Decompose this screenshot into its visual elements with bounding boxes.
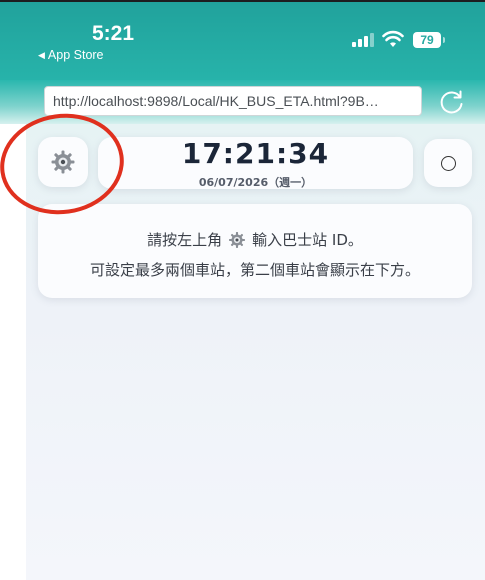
clock-card: 17:21:34 06/07/2026（週一） (98, 137, 413, 189)
circle-button[interactable] (424, 139, 472, 187)
info-line-1-after: 輸入巴士站 ID。 (252, 231, 363, 249)
battery-indicator: 79 (413, 32, 441, 48)
back-app-label: App Store (47, 48, 104, 62)
back-to-app-store-link[interactable]: ◀ App Store (38, 48, 104, 62)
wifi-icon (382, 30, 404, 47)
info-line-2: 可設定最多兩個車站，第二個車站會顯示在下方。 (89, 261, 420, 279)
cellular-signal-icon (352, 33, 374, 47)
circle-icon (440, 155, 456, 171)
info-card: 請按左上角 輸入巴士站 ID。 可設定最多兩個車站，第二個車站會顯示在下方。 (38, 204, 472, 298)
clock-date: 06/07/2026（週一） (198, 176, 313, 189)
status-time: 5:21 (92, 22, 135, 45)
clock-time: 17:21:34 (181, 137, 330, 170)
gear-icon-inline (229, 231, 246, 248)
url-field[interactable]: http://localhost:9898/Local/HK_BUS_ETA.h… (44, 86, 422, 116)
info-line-1: 請按左上角 輸入巴士站 ID。 (38, 229, 472, 250)
reload-icon[interactable] (438, 88, 466, 116)
info-line-1-before: 請按左上角 (147, 231, 223, 249)
back-arrow-icon: ◀ (38, 49, 45, 60)
